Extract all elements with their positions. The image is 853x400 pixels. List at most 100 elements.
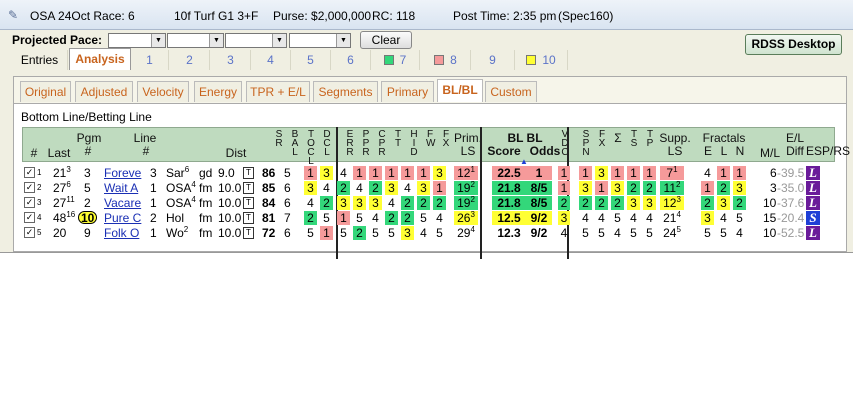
supp-sup: 2	[676, 180, 681, 189]
hdr-line-num: #	[142, 144, 150, 158]
bl-odds-cell: 9/2	[526, 211, 552, 225]
supp-cell: 3	[611, 181, 624, 195]
ml-value: 10	[763, 226, 777, 240]
tab-analysis[interactable]: Analysis	[69, 48, 131, 70]
tab-3[interactable]: 3	[211, 50, 251, 70]
surface: fm	[199, 196, 213, 210]
tab-9[interactable]: 9	[471, 50, 515, 70]
rating-cell: 5	[323, 211, 330, 225]
horse-name-link[interactable]: Pure C	[104, 211, 141, 225]
tab-10[interactable]: 10	[515, 50, 568, 70]
rating-cell: 3	[353, 196, 366, 210]
vdc-cell: 1	[558, 166, 570, 180]
track-detail-icon[interactable]: T	[243, 197, 254, 209]
row-checkbox[interactable]: ✓	[24, 212, 35, 223]
tab-7[interactable]: 7	[371, 50, 420, 70]
supp-sup: 1	[673, 165, 678, 174]
row-checkbox[interactable]: ✓	[24, 182, 35, 193]
race-label: OSA 24Oct Race: 6	[30, 9, 135, 23]
tab-8[interactable]: 8	[421, 50, 471, 70]
vdc-cell: 1	[558, 181, 570, 195]
table-row: ✓ 5 20 9 Folk O 1 Wo2 fm 10.0 T 72 6 5 1 5 2 5 5 3 4 5 294 12.…	[22, 226, 835, 241]
track-detail-icon[interactable]: T	[243, 227, 254, 239]
hdr-esp: ESP/RS	[806, 144, 851, 158]
tab-2[interactable]: 2	[170, 50, 210, 70]
subtab-tpr-el[interactable]: TPR + E/L	[246, 81, 310, 102]
tab-4[interactable]: 4	[251, 50, 291, 70]
track-detail-icon[interactable]: T	[243, 167, 254, 179]
subtab-velocity[interactable]: Velocity	[137, 81, 189, 102]
supp-cell: 1	[627, 166, 640, 180]
chevron-down-icon[interactable]: ▼	[336, 34, 350, 47]
track-code: Wo2	[166, 225, 189, 241]
pace-combo-3[interactable]: ▼	[225, 33, 287, 48]
subtab-segments[interactable]: Segments	[313, 81, 378, 102]
last-sup: 11	[66, 195, 75, 204]
race-info: 10f Turf G1 3+F	[174, 9, 259, 23]
title-bar: ✎ OSA 24Oct Race: 6 10f Turf G1 3+F Purs…	[0, 0, 853, 30]
surface: fm	[199, 181, 213, 195]
row-checkbox[interactable]: ✓	[24, 227, 35, 238]
rating-cell: 3	[433, 166, 446, 180]
rating-cell: 2	[353, 226, 366, 240]
chevron-down-icon[interactable]: ▼	[151, 34, 165, 47]
horse-name-link[interactable]: Foreve	[104, 166, 141, 180]
pace-combo-1[interactable]: ▼	[108, 33, 166, 48]
tab-6[interactable]: 6	[331, 50, 371, 70]
subtab-energy[interactable]: Energy	[194, 81, 242, 102]
line-number: 2	[150, 211, 157, 225]
hdr-tt: T T	[394, 129, 402, 149]
rating-cell: 4	[372, 211, 379, 225]
prim-sup: 2	[470, 195, 475, 204]
subtab-adjusted[interactable]: Adjusted	[75, 81, 133, 102]
horse-name-link[interactable]: Folk O	[104, 226, 139, 240]
rating-cell: 4	[340, 166, 347, 180]
horse-name-link[interactable]: Wait A	[104, 181, 138, 195]
esp-rs-badge: L	[806, 166, 820, 180]
table-row: ✓ 4 4816 10 Pure C 2 Hol fm 10.0 T 81 7 2 5 1 5 4 2 2 5 4 263…	[22, 211, 835, 226]
row-checkbox[interactable]: ✓	[24, 197, 35, 208]
subtab-custom[interactable]: Custom	[485, 81, 537, 102]
supp-cell: 5	[582, 226, 589, 240]
pace-combo-2[interactable]: ▼	[167, 33, 224, 48]
row-checkbox[interactable]: ✓	[24, 167, 35, 178]
hdr-pgm-num: #	[84, 144, 92, 158]
supp-cell: 2	[643, 181, 656, 195]
sort-arrow-icon[interactable]: ▲	[520, 157, 528, 166]
clear-button[interactable]: Clear	[360, 31, 412, 49]
rdss-desktop-button[interactable]: RDSS Desktop	[745, 34, 842, 55]
supp-cell: 3	[595, 166, 608, 180]
supp-ls-cell: 112	[660, 181, 684, 195]
track-sup: 4	[191, 195, 196, 204]
tab-5[interactable]: 5	[291, 50, 331, 70]
subtab-original[interactable]: Original	[20, 81, 71, 102]
tab-entries[interactable]: Entries	[12, 50, 68, 70]
track-detail-icon[interactable]: T	[243, 182, 254, 194]
fractal-cell: 4	[704, 166, 711, 180]
subtab-bl-bl[interactable]: BL/BL	[437, 79, 483, 102]
prim-ls-cell: 294	[457, 225, 475, 241]
chevron-down-icon[interactable]: ▼	[272, 34, 286, 47]
distance: 10.0	[218, 181, 242, 195]
horse-name-link[interactable]: Vacare	[104, 196, 141, 210]
pace-combo-4[interactable]: ▼	[289, 33, 351, 48]
supp-cell: 2	[627, 181, 640, 195]
supp-ls-cell: 71	[660, 166, 684, 180]
table-row: ✓ 2 276 5 Wait A 1 OSA4 fm 10.0 T 85 6 3 4 2 4 2 3 4 3 1 192 2…	[22, 181, 835, 196]
bl-odds-cell: 9/2	[530, 226, 548, 240]
hdr-ml: M/L	[759, 146, 780, 160]
prim-sup: 4	[470, 225, 475, 234]
track-detail-icon[interactable]: T	[243, 212, 254, 224]
prim-sup: 3	[470, 210, 475, 219]
subtab-primary[interactable]: Primary	[381, 81, 434, 102]
chevron-down-icon[interactable]: ▼	[209, 34, 223, 47]
rating-cell: 2	[369, 181, 382, 195]
bal-value: 6	[284, 226, 291, 240]
rating-cell: 3	[304, 181, 317, 195]
tab-1[interactable]: 1	[131, 50, 169, 70]
rating-cell: 2	[385, 211, 398, 225]
fractal-cell: 4	[720, 211, 727, 225]
last-value: 20	[53, 226, 67, 240]
pgm-number: 3	[84, 166, 91, 180]
hdr-l: L	[720, 144, 728, 158]
